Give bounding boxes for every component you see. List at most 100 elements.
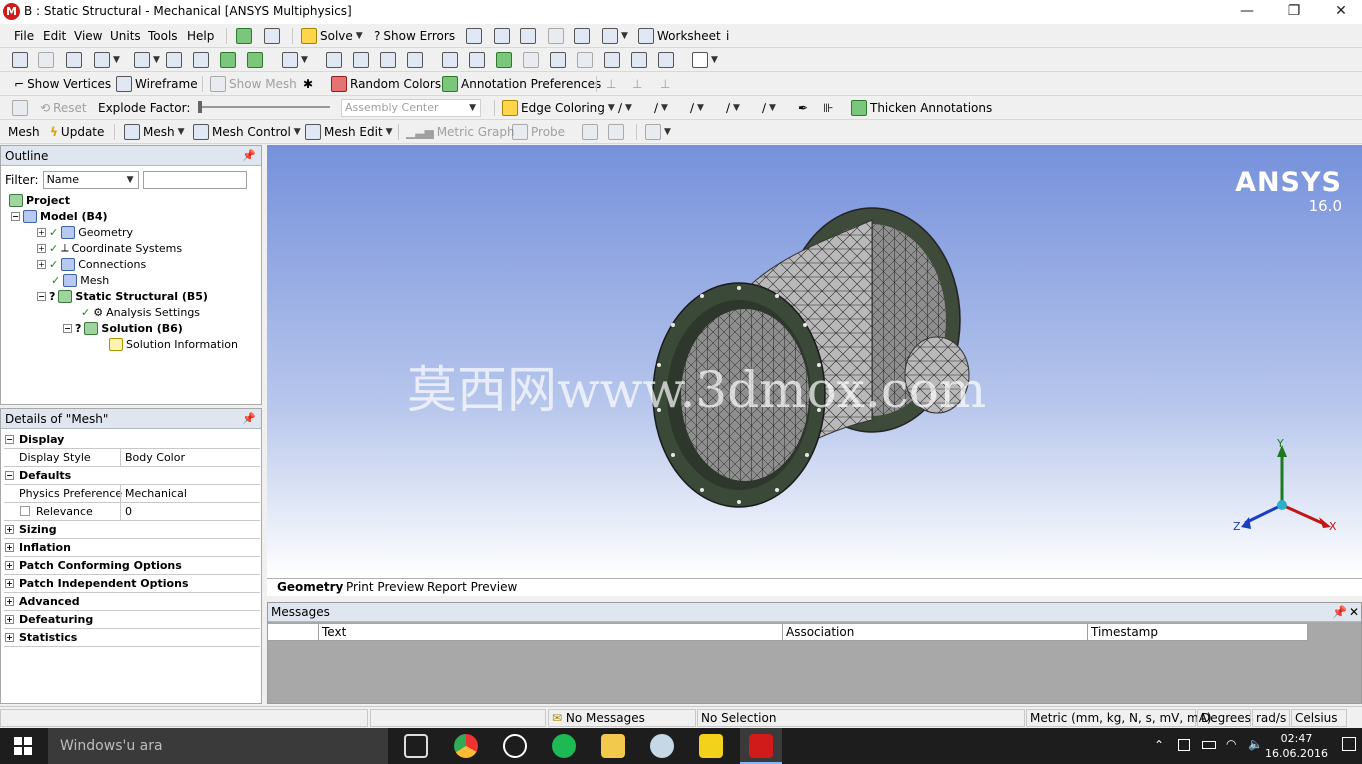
tab-geometry[interactable]: Geometry	[277, 580, 343, 594]
image-icon[interactable]: ▼	[602, 27, 628, 45]
show-vertices-button[interactable]: ⌐ Show Vertices	[14, 75, 111, 93]
explode-icon[interactable]: ✱	[303, 75, 313, 93]
status-temperature[interactable]: Celsius	[1291, 709, 1347, 727]
graph-icon[interactable]	[520, 27, 536, 45]
rotate-icon[interactable]	[326, 51, 342, 69]
network-icon[interactable]	[1178, 739, 1190, 751]
detail-category-inflation[interactable]: + Inflation	[4, 539, 260, 557]
tree-solution[interactable]: −? Solution (B6)	[63, 320, 183, 336]
zoom-to-fit-icon[interactable]	[496, 51, 512, 69]
column-text[interactable]: Text	[319, 624, 783, 641]
pan-icon[interactable]	[353, 51, 369, 69]
ruler-vertical-icon[interactable]: ⊥	[632, 75, 642, 93]
expand-icon[interactable]: +	[5, 633, 14, 642]
view-forward-icon[interactable]	[604, 51, 620, 69]
pin-icon[interactable]: 📌	[242, 409, 256, 429]
metric-graph-button[interactable]: ▁▃▅ Metric Graph	[406, 123, 515, 141]
detail-physics-preference[interactable]: Physics Preference Mechanical	[4, 485, 260, 503]
viewport-layout-icon[interactable]: ▼	[692, 51, 718, 69]
vertex-select-icon[interactable]	[166, 51, 182, 69]
collapse-icon[interactable]: −	[5, 435, 14, 444]
menu-help[interactable]: Help	[187, 27, 214, 45]
tree-connections[interactable]: + ✓ Connections	[37, 256, 146, 272]
detail-category-sizing[interactable]: + Sizing	[4, 521, 260, 539]
detail-category-advanced[interactable]: + Advanced	[4, 593, 260, 611]
battery-icon[interactable]	[1202, 741, 1216, 749]
explode-factor-slider[interactable]	[200, 106, 330, 108]
menu-view[interactable]: View	[74, 27, 102, 45]
detail-category-defaults[interactable]: − Defaults	[4, 467, 260, 485]
menu-file[interactable]: File	[14, 27, 34, 45]
mechanical-taskbar-button[interactable]	[740, 728, 782, 764]
status-angle[interactable]: Degrees	[1197, 709, 1251, 727]
reset-button[interactable]: ⟲ Reset	[40, 99, 87, 117]
detail-display-style[interactable]: Display Style Body Color	[4, 449, 260, 467]
detail-category-display[interactable]: − Display	[4, 431, 260, 449]
expand-icon[interactable]: +	[37, 259, 46, 269]
filter-search-input[interactable]	[142, 171, 247, 189]
close-button[interactable]: ✕	[1318, 0, 1362, 24]
app-triangle-icon[interactable]	[699, 734, 723, 758]
status-angular-velocity[interactable]: rad/s	[1252, 709, 1290, 727]
menu-edit[interactable]: Edit	[43, 27, 66, 45]
column-association[interactable]: Association	[783, 624, 1088, 641]
worksheet-button[interactable]: Worksheet	[638, 27, 721, 45]
column-timestamp[interactable]: Timestamp	[1088, 624, 1308, 641]
minimize-button[interactable]: —	[1224, 0, 1270, 24]
slider-handle[interactable]	[198, 101, 202, 113]
tree-analysis-settings[interactable]: ✓ ⚙ Analysis Settings	[81, 304, 200, 320]
link-icon[interactable]	[264, 27, 280, 45]
close-icon[interactable]: ✕	[1349, 603, 1359, 622]
expand-icon[interactable]: +	[5, 597, 14, 606]
spotify-icon[interactable]	[552, 734, 576, 758]
min-icon[interactable]	[608, 123, 624, 141]
coordinate-select-icon[interactable]	[66, 51, 82, 69]
detail-relevance[interactable]: Relevance 0	[4, 503, 260, 521]
chevron-up-icon[interactable]: ⌃	[1154, 738, 1164, 752]
status-units[interactable]: Metric (mm, kg, N, s, mV, mA)	[1026, 709, 1212, 727]
mesh-edit-button[interactable]: Mesh Edit ▼	[305, 123, 393, 141]
max-icon[interactable]	[582, 123, 598, 141]
check-icon[interactable]	[236, 27, 252, 45]
zoom-fit-icon[interactable]	[442, 51, 458, 69]
thicken-annotations-button[interactable]: Thicken Annotations	[851, 99, 992, 117]
filter-select[interactable]: Name ▼	[42, 171, 139, 189]
clock-app-icon[interactable]	[503, 734, 527, 758]
tree-project[interactable]: Project	[9, 192, 70, 208]
notifications-icon[interactable]	[1342, 737, 1356, 751]
table-icon[interactable]	[466, 27, 482, 45]
tree-solution-information[interactable]: Solution Information	[109, 336, 238, 352]
update-button[interactable]: ϟ Update	[50, 123, 104, 141]
edge-style-4-icon[interactable]: ∕ ▼	[726, 99, 740, 117]
random-colors-button[interactable]: Random Colors	[331, 75, 441, 93]
annotation-preferences-button[interactable]: Annotation Preferences	[442, 75, 601, 93]
text-icon[interactable]	[574, 27, 590, 45]
collapse-icon[interactable]: −	[11, 211, 20, 221]
app-icon[interactable]	[650, 734, 674, 758]
wifi-icon[interactable]: ◠	[1226, 737, 1236, 751]
wireframe-button[interactable]: Wireframe	[116, 75, 198, 93]
edge-select-icon[interactable]	[193, 51, 209, 69]
zoom-box-icon[interactable]	[407, 51, 423, 69]
view-back-icon[interactable]	[577, 51, 593, 69]
tag-icon[interactable]	[658, 51, 674, 69]
pin-icon[interactable]: 📌	[1332, 603, 1347, 622]
expand-icon[interactable]: +	[5, 525, 14, 534]
tree-model[interactable]: − Model (B4)	[11, 208, 108, 224]
detail-category-patch-conforming[interactable]: + Patch Conforming Options	[4, 557, 260, 575]
edge-style-3-icon[interactable]: ∕ ▼	[690, 99, 704, 117]
zoom-icon[interactable]	[380, 51, 396, 69]
print-icon[interactable]	[631, 51, 647, 69]
ruler-icon[interactable]: ⊥	[606, 75, 616, 93]
select-mode-icon[interactable]	[12, 51, 28, 69]
spellcheck-icon[interactable]	[494, 27, 510, 45]
menu-tools[interactable]: Tools	[148, 27, 178, 45]
probe-button[interactable]: Probe	[512, 123, 565, 141]
iso-icon[interactable]	[550, 51, 566, 69]
edge-style-5-icon[interactable]: ∕ ▼	[762, 99, 776, 117]
edge-style-2-icon[interactable]: ∕ ▼	[654, 99, 668, 117]
pin-icon[interactable]: 📌	[242, 146, 256, 166]
show-errors-button[interactable]: ? Show Errors	[374, 27, 455, 45]
file-explorer-icon[interactable]	[601, 734, 625, 758]
mesh-control-button[interactable]: Mesh Control ▼	[193, 123, 301, 141]
